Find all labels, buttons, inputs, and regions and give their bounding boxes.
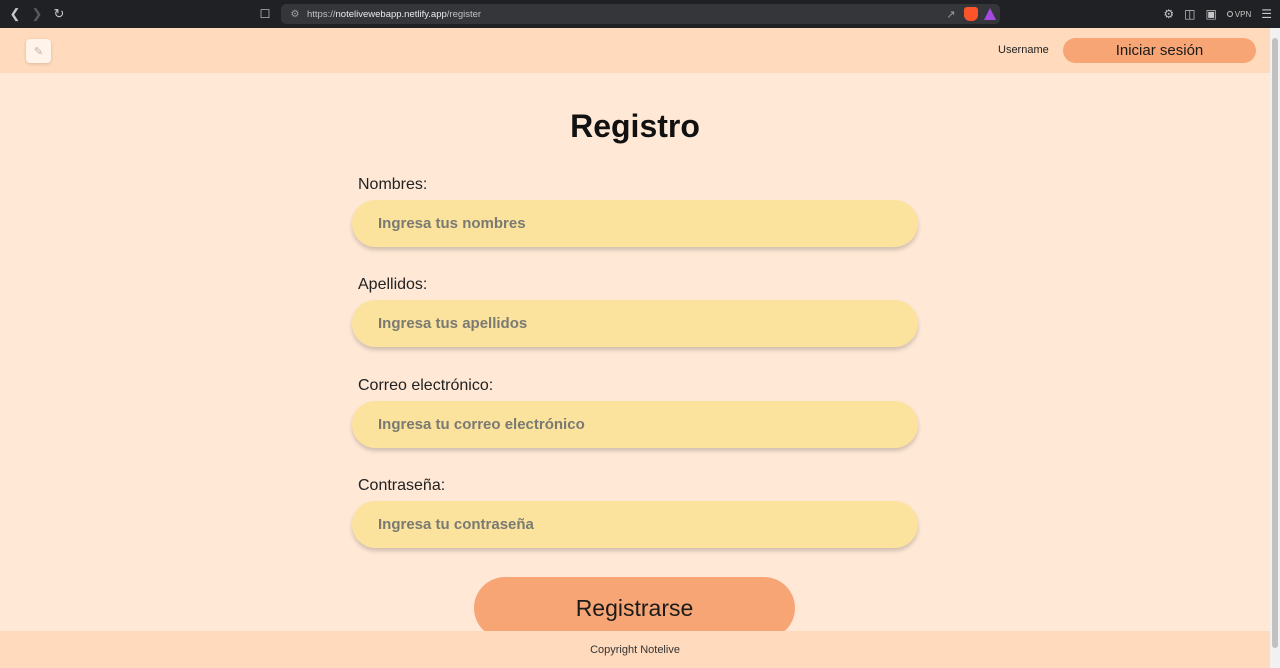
browser-toolbar: ❮ ❯ ↻ ☐ ⚙ https://notelivewebapp.netlify…	[0, 0, 1280, 28]
surnames-label: Apellidos:	[358, 276, 428, 293]
brave-shields-icon[interactable]	[964, 7, 978, 21]
bookmark-icon[interactable]: ☐	[258, 6, 272, 22]
password-label: Contraseña:	[358, 477, 446, 494]
footer: Copyright Notelive	[0, 631, 1270, 668]
brave-rewards-icon[interactable]	[984, 8, 996, 20]
register-button[interactable]: Registrarse	[474, 577, 795, 639]
app-header: ✎ Username Iniciar sesión	[0, 28, 1270, 73]
surnames-input[interactable]	[352, 300, 918, 347]
vpn-label: VPN	[1234, 9, 1252, 19]
username-label: Username	[998, 44, 1049, 56]
page-title: Registro	[570, 108, 700, 144]
url-text[interactable]: https://notelivewebapp.netlify.app/regis…	[307, 9, 481, 20]
share-icon[interactable]: ↗	[944, 6, 958, 22]
names-input[interactable]	[352, 200, 918, 247]
vpn-button[interactable]: VPN	[1226, 9, 1252, 19]
forward-icon[interactable]: ❯	[26, 0, 48, 28]
vpn-icon	[1226, 11, 1233, 17]
site-settings-icon[interactable]: ⚙	[285, 9, 305, 20]
email-label: Correo electrónico:	[358, 377, 494, 394]
names-label: Nombres:	[358, 176, 428, 193]
sidebar-icon[interactable]: ◫	[1184, 7, 1195, 21]
extensions-icon[interactable]: ⚙	[1163, 7, 1174, 21]
address-bar[interactable]: ⚙ https://notelivewebapp.netlify.app/reg…	[281, 4, 1000, 24]
email-input[interactable]	[352, 401, 918, 448]
password-input[interactable]	[352, 501, 918, 548]
wallet-icon[interactable]: ▣	[1205, 7, 1216, 21]
page-scrollbar[interactable]	[1270, 28, 1280, 668]
menu-icon[interactable]: ☰	[1261, 7, 1272, 21]
copyright-text: Copyright Notelive	[590, 643, 680, 656]
scroll-thumb[interactable]	[1272, 38, 1278, 648]
back-icon[interactable]: ❮	[4, 0, 26, 28]
login-button[interactable]: Iniciar sesión	[1063, 38, 1256, 63]
reload-icon[interactable]: ↻	[48, 0, 70, 28]
app-logo-icon[interactable]: ✎	[26, 39, 51, 63]
